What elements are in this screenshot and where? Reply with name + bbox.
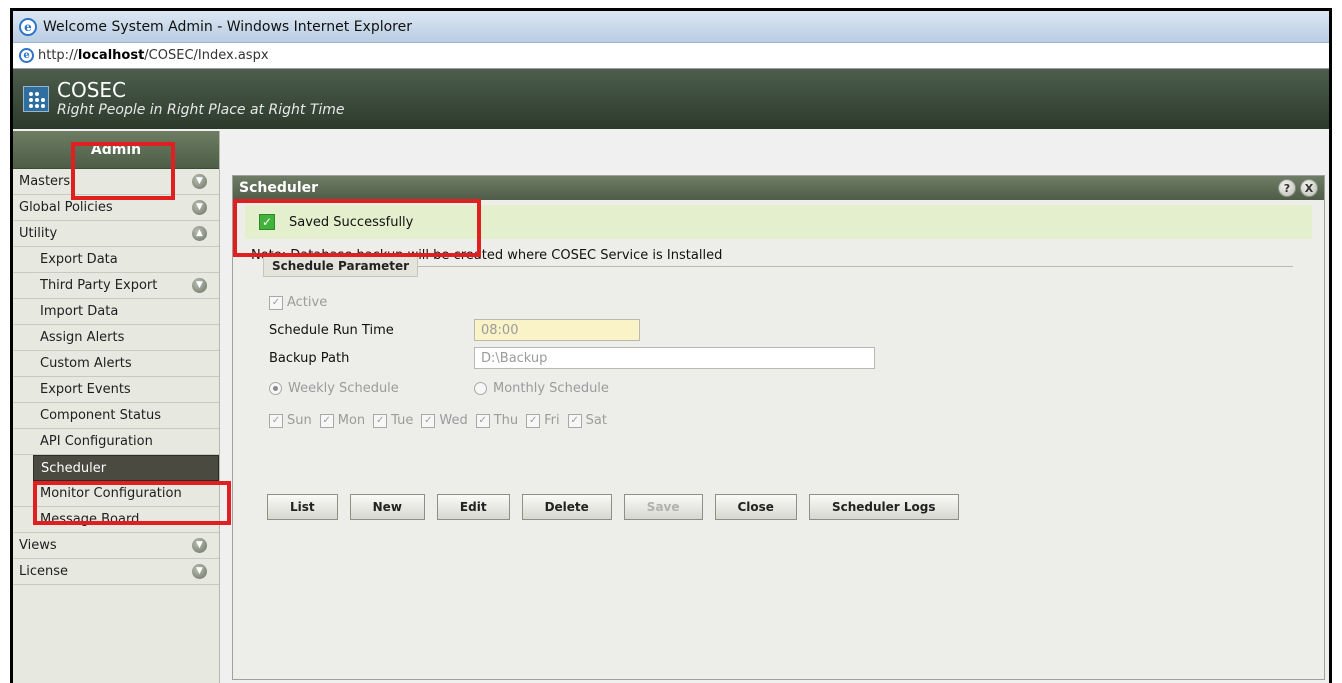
active-label: Active — [287, 295, 328, 310]
day-sun[interactable]: ✓ Sun — [269, 413, 312, 428]
days-row: ✓ Sun ✓ Mon ✓ Tue ✓ Wed ✓ Thu ✓ Fri ✓ Sat — [269, 413, 615, 428]
day-checkbox[interactable]: ✓ — [373, 413, 388, 428]
chevron-down-icon[interactable]: ▼ — [192, 538, 207, 553]
day-thu[interactable]: ✓ Thu — [475, 413, 518, 428]
active-checkbox[interactable]: ✓ — [269, 295, 283, 310]
ie-window: e Welcome System Admin - Windows Interne… — [10, 8, 1332, 683]
day-tue[interactable]: ✓ Tue — [373, 413, 413, 428]
sidebar-item-custom-alerts[interactable]: Custom Alerts — [13, 351, 219, 377]
sidebar-item-views[interactable]: Views ▼ — [13, 533, 219, 559]
app-name: COSEC — [57, 78, 127, 102]
monthly-label: Monthly Schedule — [493, 381, 609, 396]
app-header: COSEC Right People in Right Place at Rig… — [13, 69, 1329, 129]
success-highlight — [233, 199, 481, 257]
chevron-down-icon[interactable]: ▼ — [192, 200, 207, 215]
address-bar[interactable]: e http://localhost/COSEC/Index.aspx — [13, 43, 1329, 69]
active-checkbox-row[interactable]: ✓ Active — [269, 295, 327, 310]
sidebar-item-component-status[interactable]: Component Status — [13, 403, 219, 429]
sidebar-item-assign-alerts[interactable]: Assign Alerts — [13, 325, 219, 351]
sidebar-item-utility[interactable]: Utility ▲ — [13, 221, 219, 247]
day-checkbox[interactable]: ✓ — [475, 413, 490, 428]
weekly-radio[interactable] — [269, 382, 282, 395]
panel-title: Scheduler — [239, 180, 319, 196]
day-mon[interactable]: ✓ Mon — [319, 413, 365, 428]
section-legend: Schedule Parameter — [263, 255, 419, 277]
edit-button[interactable]: Edit — [436, 494, 510, 520]
sidebar-item-third-party-export[interactable]: Third Party Export ▼ — [13, 273, 219, 299]
sidebar: Admin Masters ▼ Global Policies ▼ Utility ▲… — [13, 131, 220, 683]
chevron-down-icon[interactable]: ▼ — [192, 278, 207, 293]
sidebar-item-export-events[interactable]: Export Events — [13, 377, 219, 403]
monthly-radio[interactable] — [474, 382, 487, 395]
admin-highlight — [71, 142, 175, 200]
sidebar-item-import-data[interactable]: Import Data — [13, 299, 219, 325]
backup-path-label: Backup Path — [269, 350, 350, 366]
sidebar-item-scheduler[interactable]: Scheduler — [33, 455, 219, 481]
day-wed[interactable]: ✓ Wed — [421, 413, 468, 428]
delete-button[interactable]: Delete — [521, 494, 612, 520]
cosec-logo-icon — [23, 86, 49, 112]
run-time-input[interactable]: 08:00 — [474, 319, 640, 341]
weekly-radio-row[interactable]: Weekly Schedule — [269, 381, 399, 396]
scheduler-logs-button[interactable]: Scheduler Logs — [808, 494, 959, 520]
day-checkbox[interactable]: ✓ — [319, 413, 334, 428]
day-checkbox[interactable]: ✓ — [567, 413, 582, 428]
schedule-parameter-section: Schedule Parameter ✓ Active Schedule Run… — [263, 255, 1293, 466]
run-time-row: Schedule Run Time 08:00 — [269, 319, 640, 341]
chevron-up-icon[interactable]: ▲ — [192, 226, 207, 241]
day-checkbox[interactable]: ✓ — [269, 413, 283, 428]
sidebar-item-license[interactable]: License ▼ — [13, 559, 219, 585]
page-icon: e — [19, 48, 34, 63]
url-text[interactable]: http://localhost/COSEC/Index.aspx — [38, 48, 269, 63]
weekly-label: Weekly Schedule — [288, 381, 399, 396]
sidebar-item-export-data[interactable]: Export Data — [13, 247, 219, 273]
panel-header: Scheduler ? X — [233, 176, 1324, 200]
action-buttons: List New Edit Delete Save Close Schedule… — [267, 494, 959, 520]
backup-path-row: Backup Path D:\Backup — [269, 347, 875, 369]
title-bar: e Welcome System Admin - Windows Interne… — [13, 11, 1329, 43]
backup-path-input[interactable]: D:\Backup — [474, 347, 875, 369]
new-button[interactable]: New — [349, 494, 425, 520]
close-icon[interactable]: X — [1300, 179, 1318, 197]
day-checkbox[interactable]: ✓ — [421, 413, 436, 428]
ie-logo-icon: e — [19, 17, 37, 36]
monthly-radio-row[interactable]: Monthly Schedule — [474, 381, 609, 396]
help-icon[interactable]: ? — [1278, 179, 1296, 197]
save-button[interactable]: Save — [623, 494, 703, 520]
run-time-label: Schedule Run Time — [269, 322, 394, 338]
list-button[interactable]: List — [267, 494, 338, 520]
app-tagline: Right People in Right Place at Right Tim… — [57, 102, 345, 118]
day-sat[interactable]: ✓ Sat — [567, 413, 607, 428]
day-checkbox[interactable]: ✓ — [526, 413, 541, 428]
chevron-down-icon[interactable]: ▼ — [192, 564, 207, 579]
close-button[interactable]: Close — [714, 494, 797, 520]
sidebar-item-api-configuration[interactable]: API Configuration — [13, 429, 219, 455]
chevron-down-icon[interactable]: ▼ — [192, 174, 207, 189]
window-title: Welcome System Admin - Windows Internet … — [43, 18, 412, 35]
day-fri[interactable]: ✓ Fri — [526, 413, 560, 428]
scheduler-highlight — [33, 481, 231, 525]
